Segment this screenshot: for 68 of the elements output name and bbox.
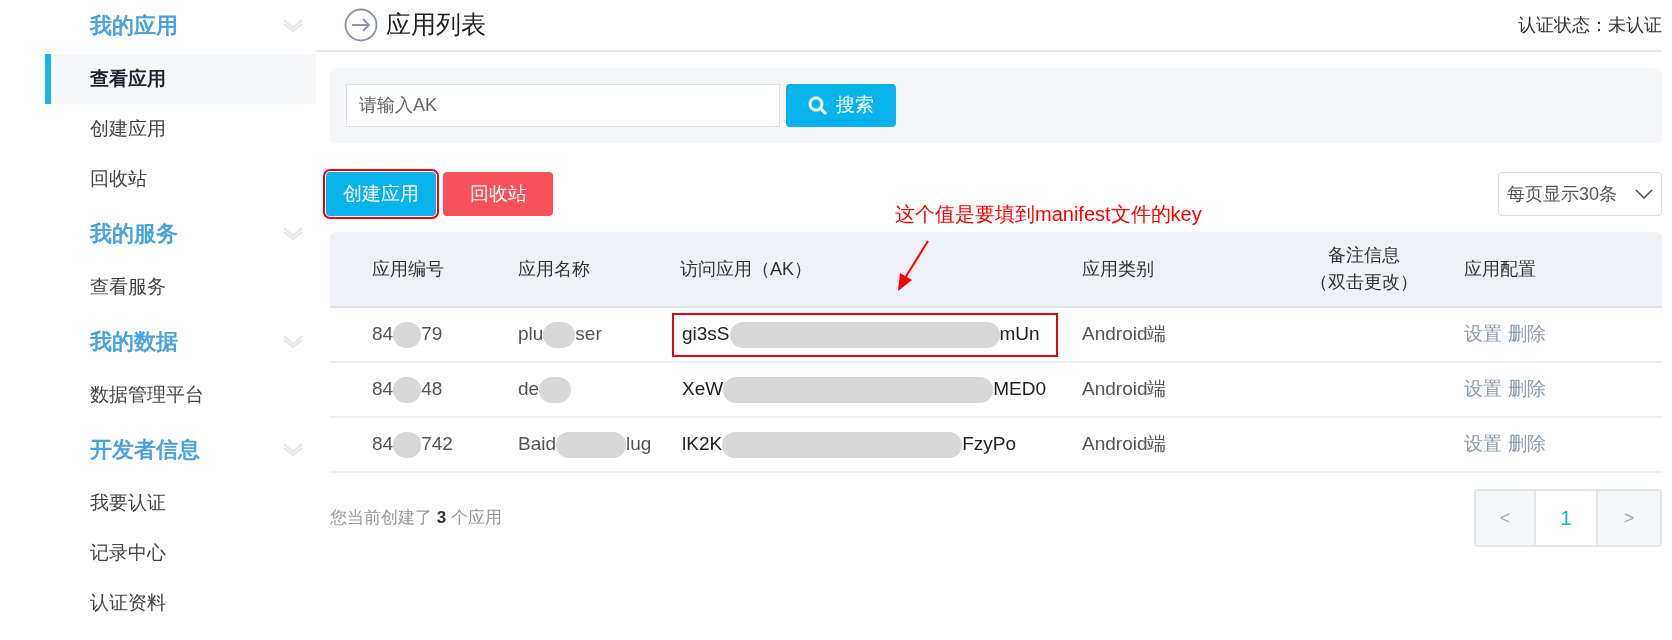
sidebar-section-title: 我的服务 (90, 219, 178, 248)
table-cell-text: 48 (421, 377, 443, 402)
settings-link[interactable]: 设置 (1464, 430, 1502, 459)
settings-link[interactable]: 设置 (1464, 375, 1502, 404)
ak-cell: XeW MED0 (672, 367, 1058, 412)
table-cell-text: Android端 (1082, 377, 1168, 402)
table-cell-text: plu (518, 322, 544, 347)
previous-page-button[interactable]: < (1476, 491, 1534, 545)
ak-search-field[interactable]: 请输入AK (346, 84, 780, 127)
table-cell-text: 84 (372, 322, 394, 347)
column-header: 应用配置 (1464, 257, 1536, 281)
chevron-down-icon (1635, 189, 1653, 199)
column-header: 应用名称 (518, 257, 590, 281)
column-header: 备注信息 (1328, 244, 1400, 267)
chevron-down-icon[interactable] (282, 334, 304, 348)
arrow-circle-icon (344, 8, 378, 42)
sidebar-item[interactable]: 查看服务 (0, 262, 316, 312)
next-page-button[interactable]: > (1598, 491, 1660, 545)
redaction-blur (393, 321, 422, 348)
ak-cell: gi3sS mUn (672, 312, 1058, 357)
table-cell-text: Android端 (1082, 432, 1168, 457)
column-header: 应用类别 (1082, 257, 1154, 281)
table-cell-text: ser (575, 322, 602, 347)
sidebar-section-title: 我的应用 (90, 11, 178, 40)
annotation-note: 这个值是要填到manifest文件的key (895, 202, 1202, 227)
sidebar-section-title: 我的数据 (90, 327, 178, 356)
delete-link[interactable]: 删除 (1508, 430, 1546, 459)
table-cell-text: 84 (372, 377, 394, 402)
column-header: 访问应用（AK） (680, 257, 812, 281)
sidebar-section-title: 开发者信息 (90, 435, 200, 464)
delete-link[interactable]: 删除 (1508, 320, 1546, 349)
create-app-button[interactable]: 创建应用 (326, 172, 436, 216)
sidebar-item[interactable]: 回收站 (0, 154, 316, 204)
sidebar-item[interactable]: 数据管理平台 (0, 370, 316, 420)
sidebar-item[interactable]: 查看应用 (45, 54, 316, 104)
page-size-dropdown[interactable]: 每页显示30条 (1498, 172, 1662, 216)
column-header: （双击更改） (1310, 271, 1418, 294)
column-header: 应用编号 (372, 257, 444, 281)
table-cell-text: Baid (518, 432, 557, 457)
table-cell-text: lug (626, 432, 652, 457)
search-icon (808, 95, 828, 116)
table-cell-text: Android端 (1082, 322, 1168, 347)
app-count-text: 您当前创建了 3 个应用 (330, 507, 502, 530)
table-cell-text: 79 (421, 322, 443, 347)
sidebar-item[interactable]: 认证资料 (0, 578, 316, 628)
redaction-blur (393, 376, 422, 403)
redaction-blur (556, 431, 627, 458)
page-title: 应用列表 (386, 9, 486, 41)
table-cell-text: 84 (372, 432, 394, 457)
table-cell-text: de (518, 377, 540, 402)
sidebar-item[interactable]: 我要认证 (0, 478, 316, 528)
sidebar-item[interactable]: 记录中心 (0, 528, 316, 578)
redaction-blur (539, 376, 572, 403)
chevron-down-icon[interactable] (282, 18, 304, 32)
verification-status: 认证状态：未认证 (1518, 13, 1662, 37)
search-button[interactable]: 搜索 (786, 84, 896, 127)
chevron-down-icon[interactable] (282, 226, 304, 240)
recycle-bin-button[interactable]: 回收站 (443, 172, 553, 216)
annotation-arrow (896, 240, 930, 292)
page-button[interactable]: 1 (1534, 491, 1598, 545)
redaction-blur (393, 431, 422, 458)
sidebar-item[interactable]: 创建应用 (0, 104, 316, 154)
ak-cell: lK2K FzyPo (672, 422, 1058, 467)
chevron-down-icon[interactable] (282, 442, 304, 456)
table-cell-text: 742 (421, 432, 453, 457)
settings-link[interactable]: 设置 (1464, 320, 1502, 349)
delete-link[interactable]: 删除 (1508, 375, 1546, 404)
redaction-blur (543, 321, 576, 348)
